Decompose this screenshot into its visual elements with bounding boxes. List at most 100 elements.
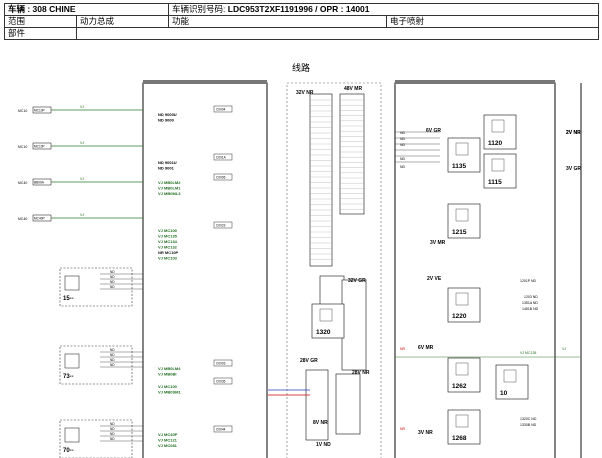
plate-line: ND 9000U [158,112,177,117]
plate-label: C001A [216,156,227,160]
wire-color-label: ND [110,437,115,441]
wire-color-label: ND [110,353,115,357]
left-module-number: 15-- [63,296,74,302]
wire-color-label: ND [110,280,115,284]
module-number: 1220 [452,313,467,320]
plate-line: VJ MB0SM1 [158,390,181,395]
wire-color-label: VJ [80,141,84,145]
left-module-number: 70-- [63,448,74,454]
component-connector: MC10P [34,145,45,149]
left-wire-label: ND [400,157,406,161]
left-module-icon [64,353,80,369]
module-icon [455,292,469,306]
plate-line: VJ MB0LM4 [158,366,181,371]
plate-line: ND 9001U [158,160,177,165]
plate-label: C0003 [216,362,226,366]
module-icon [491,158,505,172]
plate-line: ND 9001 [158,166,175,171]
module-icon [319,308,333,322]
left-module-number: 73-- [63,374,74,380]
connector-name: 1V ND [316,442,331,448]
module-number: 1215 [452,229,467,236]
component-connector: BB00A [34,181,45,185]
right-wire-label: VJ MC135 [520,351,536,355]
module-icon [455,362,469,376]
diagram-elements: MC10 MC10P VJ MC10 MC10P VJ MC40 BB00A VJ MC40 MC4… [18,86,581,458]
component-connector: MC40P [34,217,45,221]
left-module-icon [64,427,80,443]
component-code: MC40 [18,181,27,185]
left-wire-label: ND [400,165,406,169]
connector-name: 6V GR [426,128,441,134]
module-number: 1135 [452,163,466,170]
module-icon [455,142,469,156]
right-wire-label: 1351A ND [522,301,538,305]
right-wire-label: VJ [562,347,566,351]
left-wire-label: NR [400,427,406,431]
wire-color-label: VJ [80,105,84,109]
right-wire-label: 1330B ND [520,423,537,427]
wire-color-label: ND [110,427,115,431]
right-wire-label: 1203 ND [524,295,538,299]
wire-color-label: ND [110,275,115,279]
wire-color-label: ND [110,432,115,436]
wiring-diagram[interactable]: MC10 MC10P VJ MC10 MC10P VJ MC40 BB00A VJ MC40 MC4… [0,0,602,458]
connector-name: 32V GR [348,278,366,284]
right-wire-label: 1320C ND [520,417,537,421]
component-code: MC10 [18,145,27,149]
plate-line: VJ MC100 [158,228,178,233]
connector-name: 3V GR [566,166,581,172]
connector-name: 3V NR [418,430,433,436]
wire-color-label: VJ [80,213,84,217]
module-icon [491,119,505,133]
right-wire-label: 1451B ND [522,307,539,311]
wire-color-label: ND [110,363,115,367]
plate-label: C0044 [216,428,226,432]
connector-name: 48V MR [344,86,362,92]
module-icon [455,414,469,428]
connector-name: 6V MR [418,345,434,351]
module-icon [503,369,517,383]
plate-line: VJ MC103 [158,256,178,261]
plate-line: VJ MC135 [158,234,178,239]
wire-color-label: ND [110,285,115,289]
component-code: MC10 [18,109,27,113]
wire-color-label: VJ [80,177,84,181]
left-wire-label: ND [400,131,406,135]
connector-name: 28V GR [300,358,318,364]
module-number: 1268 [452,435,467,442]
plate-label: C0004 [216,108,226,112]
component-connector: MC10P [34,109,45,113]
plate-label: C0023 [216,224,226,228]
plate-label: C0036 [216,380,226,384]
wire-color-label: ND [110,358,115,362]
plate-line: ND 9000 [158,118,175,123]
left-wire-label: NR [400,347,406,351]
module-icon [455,208,469,222]
module-number: 1262 [452,383,467,390]
plate-line: NR MC10P [158,250,179,255]
plate-line: VJ MB0LM2 [158,180,181,185]
plate-line: VJ MC100 [158,384,178,389]
module-number: 1120 [488,140,502,147]
plate-line: VJ MC40P [158,432,178,437]
plate-line: VJ MC081 [158,443,178,448]
wire-color-label: ND [110,270,115,274]
plate-label: C0006 [216,176,226,180]
right-wire-label: 1201P ND [520,279,537,283]
module-number: 1320 [316,329,331,336]
connector-name: 8V NR [313,420,328,426]
plate-line: VJ MC134 [158,239,178,244]
left-module-icon [64,275,80,291]
left-wire-label: ND [400,143,406,147]
connector-name: 32V NR [296,90,314,96]
module-number: 10 [500,390,508,397]
connector-name: 2V NR [566,130,581,136]
connector-name: 28V NR [352,370,370,376]
plate-line: VJ MC132 [158,245,178,250]
wire-color-label: ND [110,422,115,426]
plate-line: VJ MB0BI [158,372,176,377]
plate-line: VJ MC121 [158,438,178,443]
plate-line: VJ MB0LM1 [158,186,181,191]
module-number: 1115 [488,179,502,186]
